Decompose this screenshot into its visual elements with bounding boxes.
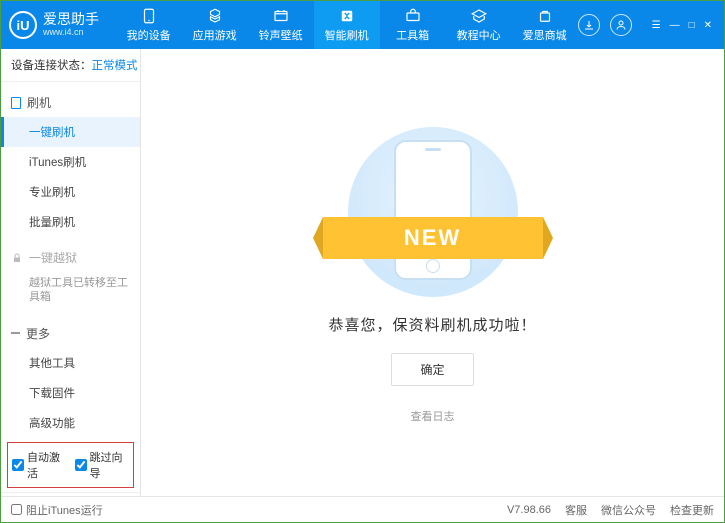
nav-item-4[interactable]: 工具箱 [380,1,446,49]
titlebar: iU 爱思助手 www.i4.cn 我的设备 应用游戏 铃声壁纸 智能刷机 工具箱 教程中… [1,1,724,49]
connection-status: 设备连接状态：正常模式 [1,49,140,82]
device-icon [11,97,21,109]
nav-item-3[interactable]: 智能刷机 [314,1,380,49]
sidebar-item-more-2[interactable]: 高级功能 [1,408,140,438]
nav-item-6[interactable]: 爱思商城 [512,1,578,49]
success-illustration: NEW [333,122,533,302]
nav-item-5[interactable]: 教程中心 [446,1,512,49]
auto-activate-input[interactable] [12,459,24,471]
skip-guide-checkbox[interactable]: 跳过向导 [75,449,130,481]
jailbreak-note: 越狱工具已转移至工具箱 [1,272,140,313]
nav-icon [206,7,224,25]
app-url: www.i4.cn [43,28,99,38]
window-controls: ☰ — □ ✕ [650,20,714,31]
nav-item-0[interactable]: 我的设备 [116,1,182,49]
section-flash-title: 刷机 [27,94,51,111]
sidebar-item-more-1[interactable]: 下载固件 [1,378,140,408]
success-message: 恭喜您，保资料刷机成功啦！ [328,314,536,335]
section-jailbreak-title: 一键越狱 [29,249,77,266]
wechat-link[interactable]: 微信公众号 [601,502,656,518]
nav-icon [140,7,158,25]
main-content: NEW 恭喜您，保资料刷机成功啦！ 确定 查看日志 [141,49,724,496]
nav-label: 应用游戏 [193,27,237,43]
minimize-button[interactable]: — [668,20,682,31]
sidebar-item-more-0[interactable]: 其他工具 [1,348,140,378]
nav-icon [338,7,356,25]
sidebar-item-flash-1[interactable]: iTunes刷机 [1,147,140,177]
status-label: 设备连接状态： [11,60,92,72]
nav-label: 爱思商城 [523,27,567,43]
options-box: 自动激活 跳过向导 [7,442,134,488]
section-more-title: 更多 [26,325,50,342]
nav-icon [404,7,422,25]
app-window: iU 爱思助手 www.i4.cn 我的设备 应用游戏 铃声壁纸 智能刷机 工具箱 教程中… [0,0,725,523]
nav-label: 教程中心 [457,27,501,43]
nav-icon [272,7,290,25]
status-mode: 正常模式 [92,60,138,72]
app-name: 爱思助手 [43,12,99,27]
nav-icon [470,7,488,25]
footer: 阻止iTunes运行 V7.98.66 客服 微信公众号 检查更新 [1,496,724,522]
service-link[interactable]: 客服 [565,502,587,518]
sidebar-item-flash-3[interactable]: 批量刷机 [1,207,140,237]
auto-activate-checkbox[interactable]: 自动激活 [12,449,67,481]
block-itunes-label: 阻止iTunes运行 [26,502,103,518]
nav-label: 智能刷机 [325,27,369,43]
version-label: V7.98.66 [507,504,551,516]
auto-activate-label: 自动激活 [27,449,67,481]
lock-icon [11,252,23,264]
section-more-header[interactable]: 更多 [1,319,140,348]
section-jailbreak-header[interactable]: 一键越狱 [1,243,140,272]
sidebar: 设备连接状态：正常模式 刷机 一键刷机iTunes刷机专业刷机批量刷机 一键越狱… [1,49,141,496]
app-logo: iU 爱思助手 www.i4.cn [9,11,116,39]
main-nav: 我的设备 应用游戏 铃声壁纸 智能刷机 工具箱 教程中心 爱思商城 [116,1,578,49]
logo-icon: iU [9,11,37,39]
check-update-link[interactable]: 检查更新 [670,502,714,518]
nav-item-1[interactable]: 应用游戏 [182,1,248,49]
nav-label: 铃声壁纸 [259,27,303,43]
nav-label: 我的设备 [127,27,171,43]
maximize-button[interactable]: □ [687,20,697,31]
user-button[interactable] [610,14,632,36]
download-button[interactable] [578,14,600,36]
menu-icon[interactable]: ☰ [650,20,663,31]
block-itunes-checkbox[interactable]: 阻止iTunes运行 [11,502,103,518]
block-itunes-input[interactable] [11,504,22,515]
view-log-link[interactable]: 查看日志 [411,408,455,424]
sidebar-item-flash-2[interactable]: 专业刷机 [1,177,140,207]
section-flash-header[interactable]: 刷机 [1,88,140,117]
sidebar-item-flash-0[interactable]: 一键刷机 [1,117,140,147]
new-banner: NEW [323,217,543,259]
skip-guide-label: 跳过向导 [90,449,130,481]
nav-label: 工具箱 [396,27,429,43]
nav-icon [536,7,554,25]
ok-button[interactable]: 确定 [391,353,473,386]
skip-guide-input[interactable] [75,459,87,471]
nav-item-2[interactable]: 铃声壁纸 [248,1,314,49]
close-button[interactable]: ✕ [702,20,714,31]
